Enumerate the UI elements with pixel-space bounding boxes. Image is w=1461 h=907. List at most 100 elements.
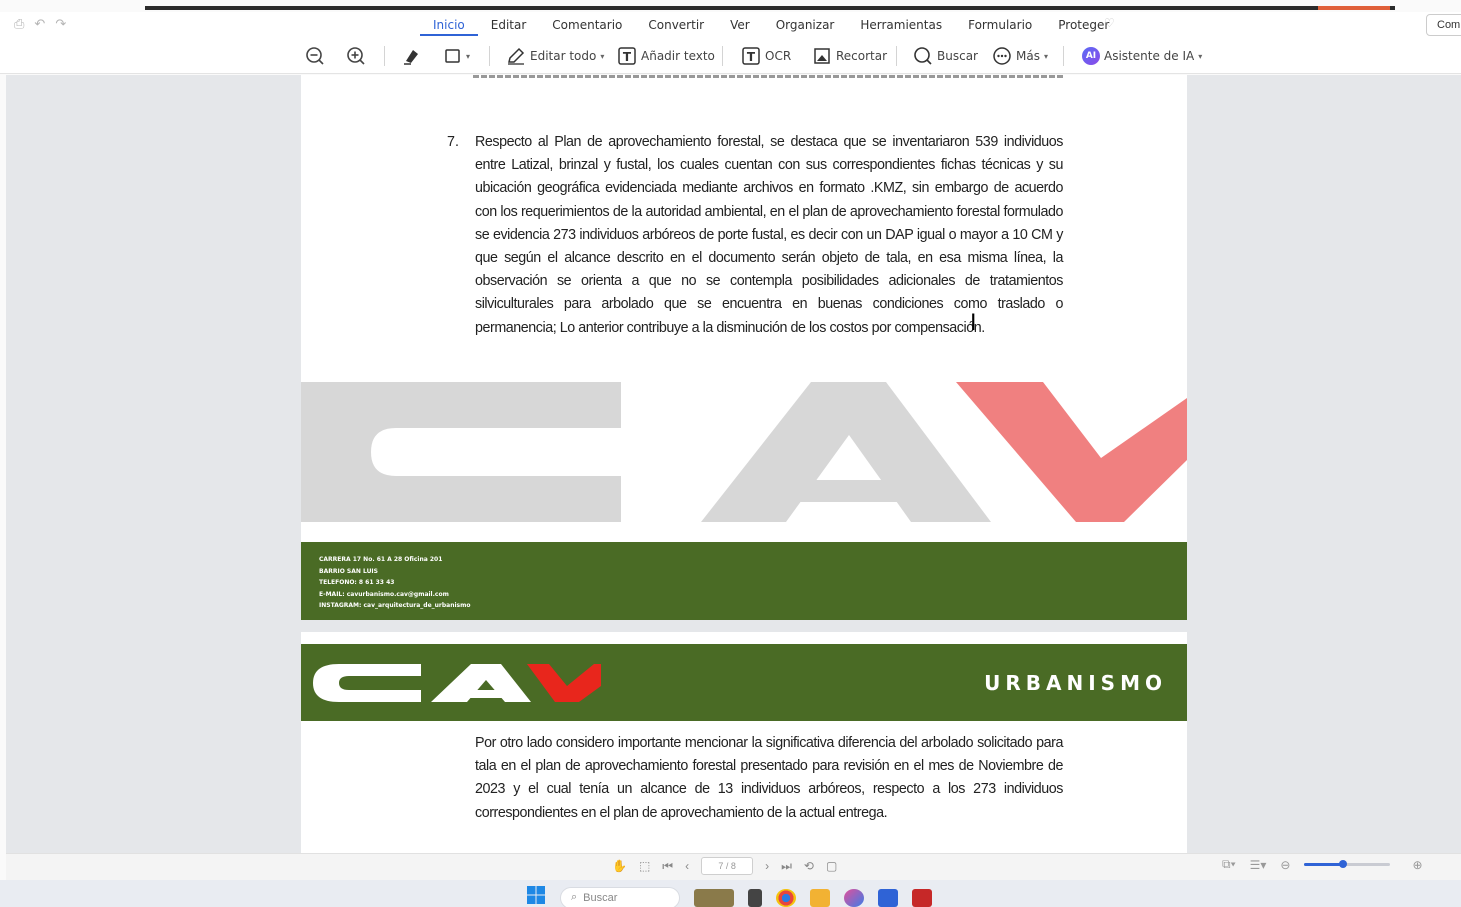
footer-instagram: INSTAGRAM: cav_arquitectura_de_urbanismo <box>319 602 471 609</box>
ai-assistant-icon: AI <box>1082 47 1100 65</box>
search-label: Buscar <box>937 49 978 63</box>
task-view-icon[interactable] <box>748 888 762 907</box>
text-cursor-icon: I <box>970 311 977 336</box>
add-text-button[interactable]: T Añadir texto <box>617 44 715 68</box>
first-page-icon[interactable]: ⏮ <box>662 859 673 874</box>
rotate-icon[interactable]: ⟲ <box>804 859 814 873</box>
paragraph-text[interactable]: Por otro lado considero importante menci… <box>475 732 1063 825</box>
file-explorer-icon[interactable] <box>810 888 830 907</box>
header-urbanismo-label: URBANISMO <box>984 671 1167 695</box>
tab-convertir[interactable]: Convertir <box>635 16 717 36</box>
more-icon <box>992 46 1012 66</box>
zoom-controls: ⧉▾ ☰▾ ⊖ ⊕ <box>1222 857 1423 872</box>
last-page-icon[interactable]: ⏭ <box>781 859 792 874</box>
chrome-icon[interactable] <box>776 888 796 907</box>
page-layout-icon[interactable]: ☰▾ <box>1250 858 1267 872</box>
tab-inicio[interactable]: Inicio <box>420 16 478 36</box>
list-item-number: 7. <box>447 134 459 150</box>
ocr-button[interactable]: T OCR <box>741 44 791 68</box>
page-footer: CARRERA 17 No. 61 A 28 Oficina 201 BARRI… <box>301 542 1187 620</box>
cav-header-logo <box>313 664 601 702</box>
footer-phone: TELEFONO: 8 61 33 43 <box>319 579 395 586</box>
next-page-icon[interactable]: › <box>765 859 769 873</box>
chevron-down-icon: ▾ <box>600 51 605 61</box>
pdf-editor-app-icon[interactable] <box>878 888 898 907</box>
more-button[interactable]: Más ▾ <box>992 44 1048 68</box>
undo-icon[interactable]: ↶ <box>34 16 45 32</box>
edit-all-button[interactable]: Editar todo ▾ <box>506 44 604 68</box>
toolbar-divider <box>384 46 385 66</box>
pdf-page[interactable]: 7. Respecto al Plan de aprovechamiento f… <box>301 75 1187 853</box>
add-text-label: Añadir texto <box>641 49 715 63</box>
zoom-out-small-icon[interactable]: ⊖ <box>1280 858 1290 872</box>
window-top-accent <box>1318 6 1390 10</box>
tab-herramientas[interactable]: Herramientas <box>847 16 955 36</box>
toolbar <box>0 40 1461 74</box>
crop-icon <box>812 46 832 66</box>
search-button[interactable]: Buscar <box>913 44 978 68</box>
tab-editar[interactable]: Editar <box>478 16 540 36</box>
footer-neighborhood: BARRIO SAN LUIS <box>319 567 378 575</box>
tab-ver[interactable]: Ver <box>717 16 763 36</box>
tab-comentario[interactable]: Comentario <box>539 16 635 36</box>
crop-button[interactable]: Recortar <box>812 44 887 68</box>
zoom-slider[interactable] <box>1304 860 1391 868</box>
more-label: Más <box>1016 49 1040 63</box>
copilot-icon[interactable] <box>844 888 864 907</box>
tab-formulario[interactable]: Formulario <box>955 16 1045 36</box>
page-number-input[interactable]: 7 / 8 <box>701 857 754 875</box>
toolbar-divider <box>896 46 897 66</box>
footer-email: E-MAIL: cavurbanismo.cav@gmail.com <box>319 590 449 598</box>
taskbar-search[interactable]: ⌕ Buscar <box>560 886 680 907</box>
search-icon <box>913 46 933 66</box>
zoom-in-icon <box>346 46 366 66</box>
redo-icon[interactable]: ↷ <box>55 16 66 32</box>
hand-tool-icon[interactable]: ✋ <box>612 859 627 873</box>
toolbar-divider <box>1063 46 1064 66</box>
taskbar-items: ⌕ Buscar <box>526 885 932 907</box>
text-box-icon: T <box>617 46 637 66</box>
pencil-icon <box>506 46 526 66</box>
edit-all-label: Editar todo <box>530 49 597 63</box>
print-icon[interactable]: ⎙ <box>14 16 24 32</box>
crop-label: Recortar <box>836 49 888 63</box>
share-button[interactable]: Com <box>1426 14 1461 36</box>
zoom-slider-fill <box>1304 863 1344 866</box>
zoom-slider-knob[interactable] <box>1339 860 1348 868</box>
cav-watermark-logo <box>301 380 1187 522</box>
select-tool-icon[interactable]: ⬚ <box>639 859 650 873</box>
highlight-button[interactable] <box>402 44 422 68</box>
tab-organizar[interactable]: Organizar <box>763 16 848 36</box>
toolbar-divider <box>722 46 723 66</box>
zoom-in-small-icon[interactable]: ⊕ <box>1412 858 1422 872</box>
search-icon: ⌕ <box>571 891 578 903</box>
list-item-text[interactable]: Respecto al Plan de aprovechamiento fore… <box>475 131 1063 340</box>
windows-start-icon[interactable] <box>526 885 546 907</box>
taskbar-search-placeholder: Buscar <box>583 891 618 904</box>
page-navigation: ✋ ⬚ ⏮ ‹ 7 / 8 › ⏭ ⟲ ▢ <box>612 857 837 875</box>
footer-contact-info: CARRERA 17 No. 61 A 28 Oficina 201 BARRI… <box>319 554 471 612</box>
document-viewport[interactable]: 7. Respecto al Plan de aprovechamiento f… <box>6 75 1461 853</box>
ai-assistant-button[interactable]: AI Asistente de IA ▾ <box>1082 44 1202 68</box>
view-mode-icon[interactable]: ⧉▾ <box>1222 857 1236 872</box>
ocr-icon: T <box>741 46 761 66</box>
zoom-out-button[interactable] <box>305 44 325 68</box>
lightbulb-icon[interactable]: ♡ <box>1104 16 1115 30</box>
highlighter-icon <box>402 46 422 66</box>
zoom-in-button[interactable] <box>346 44 366 68</box>
shape-button[interactable]: ▾ <box>444 44 470 68</box>
fit-page-icon[interactable]: ▢ <box>826 859 837 873</box>
chevron-down-icon: ▾ <box>1198 51 1203 61</box>
chevron-down-icon: ▾ <box>466 51 471 61</box>
prev-page-icon[interactable]: ‹ <box>685 859 689 873</box>
rectangle-icon <box>444 47 462 65</box>
toolbar-divider <box>489 46 490 66</box>
clipped-text-line <box>473 75 1063 78</box>
ocr-label: OCR <box>765 49 792 63</box>
acrobat-icon[interactable] <box>912 888 932 907</box>
ai-assistant-label: Asistente de IA <box>1104 49 1195 63</box>
svg-text:T: T <box>623 50 632 64</box>
svg-text:T: T <box>747 50 756 64</box>
zoom-out-icon <box>305 46 325 66</box>
widget-app-icon[interactable] <box>694 888 734 907</box>
